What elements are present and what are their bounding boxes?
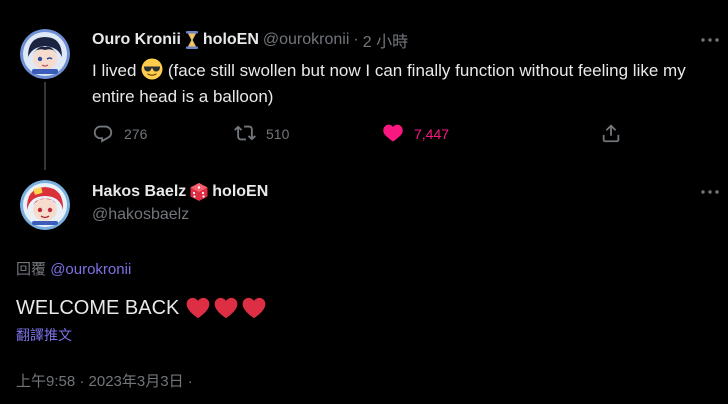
separator-dot: ·	[353, 31, 359, 48]
tweet-thread-page: Ouro Kronii holoEN @ourokronii · 2 小時 I …	[0, 0, 728, 404]
hourglass-icon	[185, 30, 199, 50]
tweet1-actions: 276 510 7,447	[92, 121, 632, 147]
avatar-hakosbaelz[interactable]	[20, 180, 70, 230]
share-button[interactable]	[600, 121, 622, 147]
retweet-button[interactable]: 510	[234, 121, 289, 147]
tweet-ourokronii[interactable]: Ouro Kronii holoEN @ourokronii · 2 小時 I …	[0, 0, 728, 172]
red-heart-emoji-icon	[214, 297, 238, 319]
heart-filled-icon	[382, 122, 404, 147]
red-hearts-emoji	[185, 295, 267, 321]
replying-to: 回覆 @ourokronii	[16, 258, 131, 279]
display-name[interactable]: Hakos Baelz	[92, 183, 186, 201]
reply-count: 276	[124, 126, 148, 142]
tweet-text-part-1: I lived	[92, 61, 137, 80]
more-options-icon[interactable]	[700, 182, 720, 202]
retweet-count: 510	[266, 126, 290, 142]
avatar-ourokronii[interactable]	[20, 29, 70, 79]
tweet1-header: Ouro Kronii holoEN @ourokronii · 2 小時	[92, 29, 408, 51]
tweet2-header: Hakos Baelz holoEN	[92, 181, 268, 203]
share-icon	[600, 122, 622, 147]
reply-prefix: 回覆	[16, 261, 47, 278]
tweet2-text-content: WELCOME BACK	[16, 297, 180, 319]
thread-connector-line	[44, 82, 46, 170]
red-heart-emoji-icon	[242, 297, 266, 319]
more-options-icon[interactable]	[700, 30, 720, 50]
translate-tweet-link[interactable]: 翻譯推文	[16, 325, 72, 345]
tweet-text-part-2: (face still swollen but now I can finall…	[92, 61, 686, 106]
sunglasses-emoji-icon	[141, 58, 163, 80]
like-count: 7,447	[414, 126, 450, 142]
reply-icon	[92, 122, 114, 147]
red-dice-icon	[189, 182, 209, 202]
display-name[interactable]: Ouro Kronii	[92, 31, 181, 49]
mention-link[interactable]: @ourokronii	[50, 261, 131, 278]
retweet-icon	[234, 122, 256, 147]
tweet2-text: WELCOME BACK	[16, 293, 267, 323]
like-button[interactable]: 7,447	[382, 121, 449, 147]
handle[interactable]: @ourokronii	[263, 31, 350, 49]
tweet1-text: I lived (face still swollen but now I ca…	[92, 58, 717, 110]
relative-time[interactable]: 2 小時	[363, 28, 408, 52]
red-heart-emoji-icon	[186, 297, 210, 319]
handle[interactable]: @hakosbaelz	[92, 206, 189, 224]
name-suffix[interactable]: holoEN	[203, 31, 259, 49]
tweet-timestamp[interactable]: 上午9:58 · 2023年3月3日 ·	[16, 370, 193, 391]
reply-button[interactable]: 276	[92, 121, 147, 147]
name-suffix[interactable]: holoEN	[212, 183, 268, 201]
